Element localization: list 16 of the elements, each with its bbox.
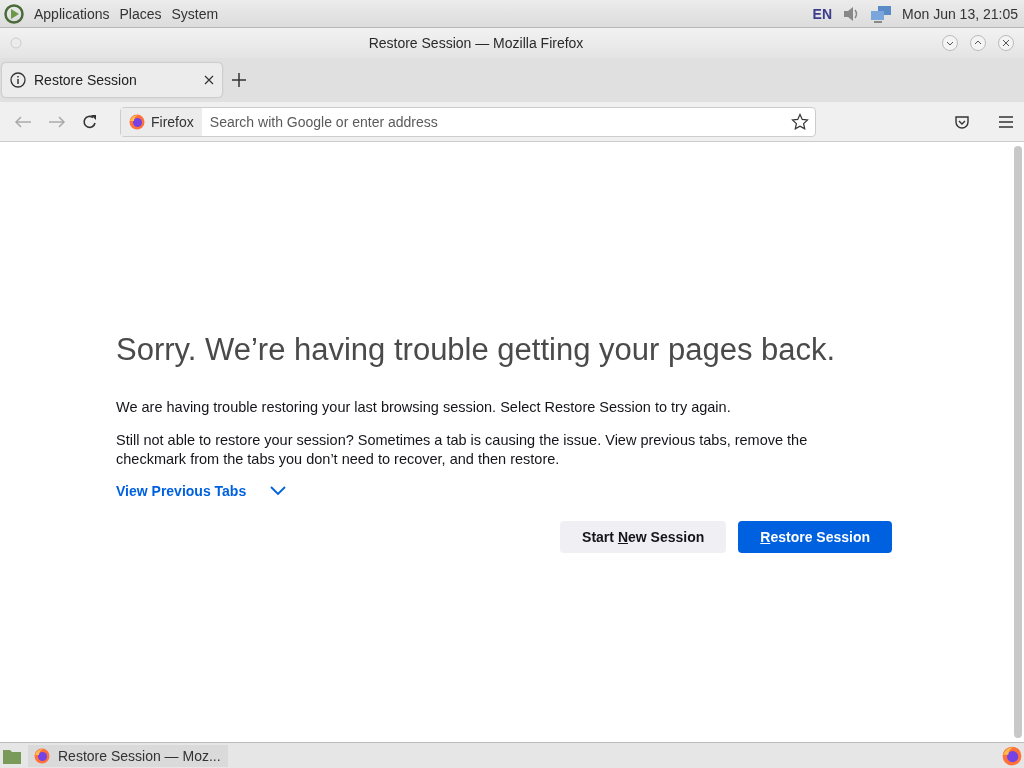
window-title: Restore Session — Mozilla Firefox: [367, 35, 585, 51]
clock[interactable]: Mon Jun 13, 21:05: [902, 5, 1018, 22]
keyboard-layout[interactable]: EN: [812, 5, 832, 22]
taskbar-window[interactable]: Restore Session — Moz...: [28, 744, 228, 767]
page-heading: Sorry. We’re having trouble getting your pages back.: [116, 332, 837, 368]
menu-item[interactable]: Places: [119, 5, 162, 22]
paragraph: Still not able to restore your session? Sometimes a tab is causing the issue. View previous tabs, remove the checkmark from the tabs you don’t need to recover, and then restore.: [116, 431, 809, 469]
menu-item[interactable]: Applications: [34, 5, 110, 22]
paragraph: We are having trouble restoring your last browsing session. Select Restore Session to try again.: [116, 398, 732, 417]
view-previous-tabs-button[interactable]: View Previous Tabs: [116, 483, 287, 499]
start-new-session-button[interactable]: Start New Session: [560, 521, 727, 553]
browser-tab[interactable]: Restore Session: [2, 63, 222, 97]
menu-item[interactable]: System: [171, 5, 219, 22]
identity-label[interactable]: Firefox: [121, 107, 202, 136]
restore-session-button[interactable]: Restore Session: [738, 521, 892, 553]
address-bar[interactable]: Firefox Search with Google or enter address: [120, 106, 816, 137]
